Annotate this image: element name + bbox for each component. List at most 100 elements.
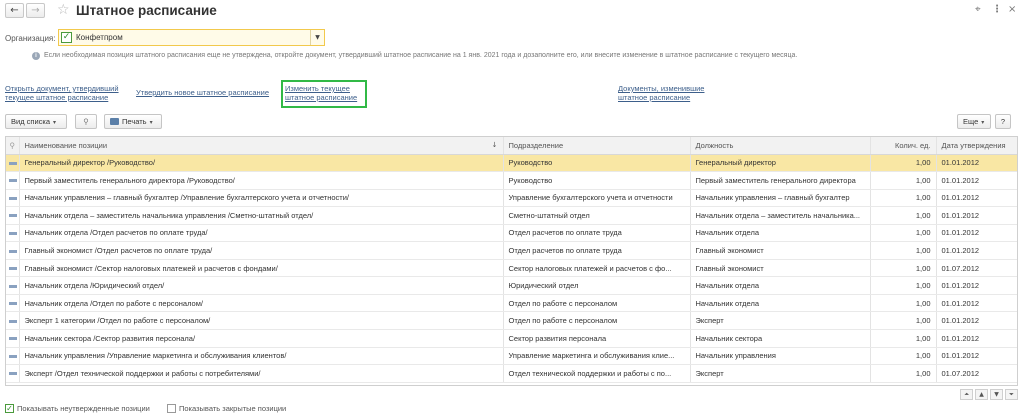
cell-job-title: Эксперт: [690, 311, 871, 330]
cell-approval-date: 01.01.2012: [936, 154, 1017, 173]
link-icon[interactable]: ⌖: [975, 4, 981, 16]
show-unapproved-checkbox[interactable]: ✓: [5, 403, 14, 413]
organization-checkbox[interactable]: ✓: [61, 32, 72, 43]
column-header-position[interactable]: Наименование позиции ↓: [19, 137, 504, 155]
table-row[interactable]: Эксперт 1 категории /Отдел по работе с п…: [6, 311, 1017, 330]
forward-button[interactable]: →: [26, 3, 45, 18]
cell-department: Отдел по работе с персоналом: [503, 311, 691, 330]
position-icon: [9, 179, 17, 183]
staff-schedule-table[interactable]: ⚲ Наименование позиции ↓ Подразделение До…: [5, 136, 1018, 386]
show-closed-toggle[interactable]: Показывать закрытые позиции: [167, 403, 286, 416]
cell-department: Отдел расчетов по оплате труда: [503, 241, 691, 260]
help-button[interactable]: ?: [995, 114, 1011, 129]
cell-job-title: Начальник управления – главный бухгалтер: [690, 189, 871, 208]
cell-position: Начальник отдела /Отдел расчетов по опла…: [19, 224, 504, 243]
cell-position: Начальник сектора /Сектор развития персо…: [19, 329, 504, 348]
position-icon: [9, 196, 17, 200]
cell-units: 1,00: [870, 311, 937, 330]
scroll-last-button[interactable]: ⏷: [1005, 389, 1018, 400]
chevron-down-icon[interactable]: ▼: [310, 30, 324, 45]
cell-position: Главный экономист /Отдел расчетов по опл…: [19, 241, 504, 260]
cell-position: Начальник управления – главный бухгалтер…: [19, 189, 504, 208]
position-icon: [9, 337, 17, 341]
close-icon[interactable]: ×: [1008, 4, 1016, 16]
cell-job-title: Начальник отдела: [690, 224, 871, 243]
table-row[interactable]: Эксперт /Отдел технической поддержки и р…: [6, 364, 1017, 383]
cell-position: Главный экономист /Сектор налоговых плат…: [19, 259, 504, 278]
organization-field[interactable]: ✓ Конфетпром ▼: [58, 29, 325, 46]
cell-department: Сектор развития персонала: [503, 329, 691, 348]
cell-approval-date: 01.07.2012: [936, 259, 1017, 278]
row-marker-cell: [6, 329, 20, 348]
cell-units: 1,00: [870, 276, 937, 295]
scroll-first-button[interactable]: ⏶: [960, 389, 973, 400]
cell-department: Юридический отдел: [503, 276, 691, 295]
more-actions-icon[interactable]: ⋮: [992, 4, 1002, 16]
table-row[interactable]: Первый заместитель генерального директор…: [6, 171, 1017, 190]
view-list-label: Вид списка: [11, 117, 51, 126]
cell-position: Первый заместитель генерального директор…: [19, 171, 504, 190]
change-current-schedule-link[interactable]: Изменить текущее штатное расписание: [285, 84, 365, 102]
approve-new-schedule-link[interactable]: Утвердить новое штатное расписание: [136, 88, 269, 97]
cell-units: 1,00: [870, 189, 937, 208]
row-marker-cell: [6, 154, 20, 173]
scroll-down-button[interactable]: ▼: [990, 389, 1003, 400]
cell-department: Сметно-штатный отдел: [503, 206, 691, 225]
cell-position: Начальник отдела /Отдел по работе с перс…: [19, 294, 504, 313]
cell-job-title: Главный экономист: [690, 241, 871, 260]
table-row[interactable]: Начальник отдела /Отдел по работе с перс…: [6, 294, 1017, 313]
paperclip-icon: ⚲: [83, 117, 89, 126]
cell-position: Генеральный директор /Руководство/: [19, 154, 504, 173]
column-header-units[interactable]: Колич. ед.: [870, 137, 937, 155]
scroll-up-button[interactable]: ▲: [975, 389, 988, 400]
row-marker-cell: [6, 224, 20, 243]
column-header-department[interactable]: Подразделение: [503, 137, 691, 155]
table-row[interactable]: Главный экономист /Сектор налоговых плат…: [6, 259, 1017, 278]
position-icon: [9, 231, 17, 235]
cell-job-title: Генеральный директор: [690, 154, 871, 173]
cell-job-title: Эксперт: [690, 364, 871, 383]
printer-icon: [110, 117, 119, 125]
cell-approval-date: 01.01.2012: [936, 294, 1017, 313]
organization-value[interactable]: Конфетпром: [76, 33, 123, 42]
cell-position: Начальник отдела – заместитель начальник…: [19, 206, 504, 225]
cell-department: Сектор налоговых платежей и расчетов с ф…: [503, 259, 691, 278]
table-row[interactable]: Начальник сектора /Сектор развития персо…: [6, 329, 1017, 348]
column-header-job-title[interactable]: Должность: [690, 137, 871, 155]
cell-department: Руководство: [503, 154, 691, 173]
show-unapproved-toggle[interactable]: ✓ Показывать неутвержденные позиции: [5, 403, 150, 416]
column-header-approval-date[interactable]: Дата утверждения: [936, 137, 1017, 155]
row-marker-cell: [6, 171, 20, 190]
table-row[interactable]: Начальник управления /Управление маркети…: [6, 347, 1017, 366]
cell-approval-date: 01.01.2012: [936, 329, 1017, 348]
more-button[interactable]: Еще ▾: [957, 114, 991, 129]
print-button[interactable]: Печать ▾: [104, 114, 162, 129]
position-icon: [9, 267, 17, 271]
table-row[interactable]: Начальник отдела /Юридический отдел/Юрид…: [6, 276, 1017, 295]
table-row[interactable]: Главный экономист /Отдел расчетов по опл…: [6, 241, 1017, 260]
cell-approval-date: 01.01.2012: [936, 311, 1017, 330]
info-message: Если необходимая позиция штатного распис…: [44, 52, 798, 59]
cell-job-title: Начальник отдела: [690, 276, 871, 295]
cell-job-title: Главный экономист: [690, 259, 871, 278]
row-marker-cell: [6, 294, 20, 313]
cell-units: 1,00: [870, 294, 937, 313]
table-row[interactable]: Генеральный директор /Руководство/Руково…: [6, 154, 1017, 173]
favorite-star-icon[interactable]: ☆: [57, 2, 70, 18]
show-closed-checkbox[interactable]: [167, 403, 176, 413]
changing-documents-link[interactable]: Документы, изменившие штатное расписание: [618, 84, 718, 102]
cell-position: Эксперт /Отдел технической поддержки и р…: [19, 364, 504, 383]
table-row[interactable]: Начальник отдела – заместитель начальник…: [6, 206, 1017, 225]
open-approving-document-link[interactable]: Открыть документ, утвердивший текущее шт…: [5, 84, 135, 102]
cell-department: Отдел по работе с персоналом: [503, 294, 691, 313]
table-row[interactable]: Начальник управления – главный бухгалтер…: [6, 189, 1017, 208]
cell-job-title: Начальник управления: [690, 347, 871, 366]
attachment-button[interactable]: ⚲: [75, 114, 97, 129]
view-list-button[interactable]: Вид списка ▾: [5, 114, 67, 129]
table-body: Генеральный директор /Руководство/Руково…: [6, 154, 1017, 383]
row-marker-cell: [6, 206, 20, 225]
table-row[interactable]: Начальник отдела /Отдел расчетов по опла…: [6, 224, 1017, 243]
back-button[interactable]: ←: [5, 3, 24, 18]
cell-units: 1,00: [870, 364, 937, 383]
cell-position: Начальник управления /Управление маркети…: [19, 347, 504, 366]
